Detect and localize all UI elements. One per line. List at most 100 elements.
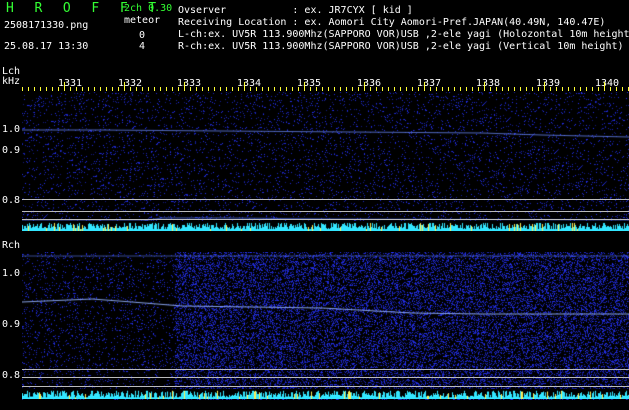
time-minor-tick bbox=[310, 87, 311, 91]
time-minor-tick bbox=[526, 87, 527, 91]
time-major-tick bbox=[124, 82, 125, 91]
time-major-tick bbox=[304, 82, 305, 91]
time-minor-tick bbox=[592, 87, 593, 91]
time-minor-tick bbox=[208, 87, 209, 91]
lch-spectrogram bbox=[22, 92, 629, 230]
time-minor-tick bbox=[418, 87, 419, 91]
time-minor-tick bbox=[298, 87, 299, 91]
time-minor-tick bbox=[574, 87, 575, 91]
frequency-unit-label: kHz bbox=[2, 76, 21, 87]
time-minor-tick bbox=[280, 87, 281, 91]
time-minor-tick bbox=[370, 87, 371, 91]
rch-freq-tick-label: 0.9 bbox=[2, 319, 21, 330]
lch-freq-tick-label: 0.9 bbox=[2, 145, 21, 156]
time-minor-tick bbox=[136, 87, 137, 91]
time-minor-tick bbox=[412, 87, 413, 91]
time-minor-tick bbox=[250, 87, 251, 91]
time-minor-tick bbox=[520, 87, 521, 91]
time-minor-tick bbox=[142, 87, 143, 91]
time-minor-tick bbox=[130, 87, 131, 91]
time-minor-tick bbox=[430, 87, 431, 91]
time-minor-tick bbox=[286, 87, 287, 91]
time-minor-tick bbox=[352, 87, 353, 91]
time-minor-tick bbox=[334, 87, 335, 91]
time-major-tick bbox=[604, 82, 605, 91]
time-minor-tick bbox=[322, 87, 323, 91]
time-minor-tick bbox=[598, 87, 599, 91]
time-minor-tick bbox=[40, 87, 41, 91]
time-major-tick bbox=[424, 82, 425, 91]
time-minor-tick bbox=[178, 87, 179, 91]
time-minor-tick bbox=[376, 87, 377, 91]
time-minor-tick bbox=[160, 87, 161, 91]
time-major-tick bbox=[184, 82, 185, 91]
time-minor-tick bbox=[556, 87, 557, 91]
time-minor-tick bbox=[268, 87, 269, 91]
time-minor-tick bbox=[400, 87, 401, 91]
lch-spectrum-bar bbox=[22, 221, 629, 231]
lch-reference-line bbox=[22, 211, 629, 212]
time-minor-tick bbox=[166, 87, 167, 91]
lch-freq-tick-label: 0.8 bbox=[2, 195, 21, 206]
lch-reference-line bbox=[22, 219, 629, 220]
time-minor-tick bbox=[22, 87, 23, 91]
time-minor-tick bbox=[406, 87, 407, 91]
meteor-count-rch: 4 bbox=[139, 41, 146, 52]
time-minor-tick bbox=[496, 87, 497, 91]
time-minor-tick bbox=[328, 87, 329, 91]
time-minor-tick bbox=[148, 87, 149, 91]
time-minor-tick bbox=[82, 87, 83, 91]
time-minor-tick bbox=[490, 87, 491, 91]
time-minor-tick bbox=[538, 87, 539, 91]
time-minor-tick bbox=[172, 87, 173, 91]
time-minor-tick bbox=[616, 87, 617, 91]
time-minor-tick bbox=[460, 87, 461, 91]
time-minor-tick bbox=[454, 87, 455, 91]
time-minor-tick bbox=[580, 87, 581, 91]
rch-reference-line bbox=[22, 386, 629, 387]
time-minor-tick bbox=[442, 87, 443, 91]
time-minor-tick bbox=[106, 87, 107, 91]
time-minor-tick bbox=[472, 87, 473, 91]
time-minor-tick bbox=[70, 87, 71, 91]
rch-reference-line bbox=[22, 369, 629, 370]
time-minor-tick bbox=[46, 87, 47, 91]
time-minor-tick bbox=[58, 87, 59, 91]
time-minor-tick bbox=[394, 87, 395, 91]
time-minor-tick bbox=[466, 87, 467, 91]
time-minor-tick bbox=[202, 87, 203, 91]
meteor-label: meteor bbox=[124, 15, 161, 26]
rch-spectrum-bar bbox=[22, 389, 629, 399]
time-minor-tick bbox=[238, 87, 239, 91]
time-minor-tick bbox=[100, 87, 101, 91]
time-minor-tick bbox=[232, 87, 233, 91]
time-minor-tick bbox=[514, 87, 515, 91]
time-minor-tick bbox=[550, 87, 551, 91]
time-minor-tick bbox=[346, 87, 347, 91]
time-minor-tick bbox=[88, 87, 89, 91]
time-minor-tick bbox=[154, 87, 155, 91]
location-info: Receiving Location : ex. Aomori City Aom… bbox=[178, 17, 606, 28]
file-name: 2508171330.png bbox=[4, 20, 89, 31]
time-minor-tick bbox=[28, 87, 29, 91]
time-minor-tick bbox=[190, 87, 191, 91]
time-minor-tick bbox=[502, 87, 503, 91]
time-minor-tick bbox=[196, 87, 197, 91]
time-major-tick bbox=[244, 82, 245, 91]
time-minor-tick bbox=[274, 87, 275, 91]
rch-receiver-info: R-ch:ex. UV5R 113.900Mhz(SAPPORO VOR)USB… bbox=[178, 41, 624, 52]
time-minor-tick bbox=[220, 87, 221, 91]
observer-info: Ovserver : ex. JR7CYX [ kid ] bbox=[178, 5, 413, 16]
time-minor-tick bbox=[262, 87, 263, 91]
time-minor-tick bbox=[508, 87, 509, 91]
time-minor-tick bbox=[532, 87, 533, 91]
lch-receiver-info: L-ch:ex. UV5R 113.900Mhz(SAPPORO VOR)USB… bbox=[178, 29, 629, 40]
time-minor-tick bbox=[340, 87, 341, 91]
rch-channel-label: Rch bbox=[2, 240, 21, 251]
time-minor-tick bbox=[622, 87, 623, 91]
rch-freq-tick-label: 0.8 bbox=[2, 370, 21, 381]
time-minor-tick bbox=[382, 87, 383, 91]
time-minor-tick bbox=[94, 87, 95, 91]
rch-freq-tick-label: 1.0 bbox=[2, 268, 21, 279]
time-minor-tick bbox=[562, 87, 563, 91]
